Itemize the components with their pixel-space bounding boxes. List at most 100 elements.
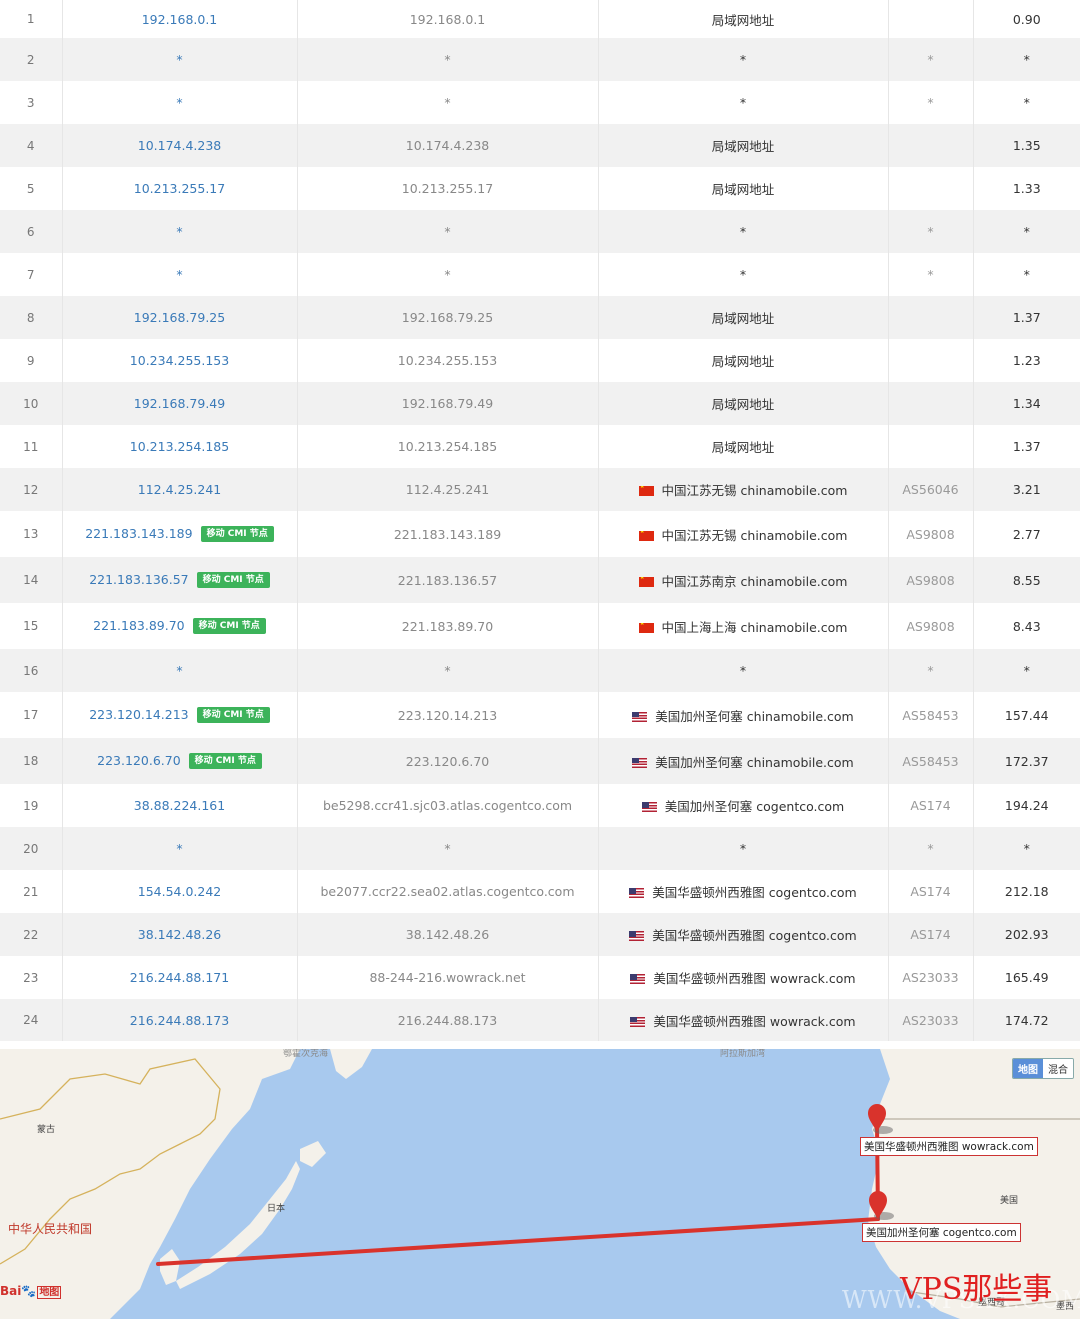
ip-cell: *	[62, 649, 298, 692]
hop-number-text: 10	[23, 396, 39, 411]
asn-text[interactable]: AS58453	[902, 708, 958, 723]
hostname-text: 88-244-216.wowrack.net	[369, 970, 526, 985]
hop-number: 6	[0, 210, 63, 253]
ip-link[interactable]: 10.234.255.153	[130, 353, 229, 368]
ip-cell: 10.213.254.185	[62, 425, 298, 468]
hop-number-text: 1	[26, 12, 35, 26]
hostname-text: *	[444, 95, 451, 110]
rtt-cell: 212.18	[973, 870, 1080, 913]
baidu-logo-text: Bai	[0, 1284, 22, 1298]
ip-link[interactable]: 192.168.79.49	[134, 396, 225, 411]
ip-cell: 221.183.89.70 移动 CMI 节点	[62, 603, 298, 649]
rtt-text: 194.24	[1004, 798, 1049, 813]
hostname-cell: 192.168.79.49	[297, 382, 599, 425]
rtt-text: 1.23	[1012, 353, 1041, 368]
route-tag-sanjose[interactable]: 美国加州圣何塞 cogentco.com	[862, 1223, 1021, 1242]
asn-cell: *	[888, 210, 974, 253]
hostname-text: 223.120.14.213	[397, 707, 498, 723]
asn-text[interactable]: AS9808	[906, 573, 954, 588]
hop-row: 7 * * * * *	[0, 253, 1080, 296]
ip-link[interactable]: 221.183.136.57	[89, 572, 188, 587]
rtt-cell: 2.77	[973, 511, 1080, 557]
ip-cell: *	[62, 210, 298, 253]
ip-link[interactable]: 216.244.88.173	[130, 1013, 229, 1028]
asn-text[interactable]: AS9808	[906, 527, 954, 542]
hostname-text: 221.183.136.57	[397, 572, 498, 588]
hostname-cell: 221.183.136.57	[297, 557, 599, 603]
ip-link[interactable]: 112.4.25.241	[138, 482, 222, 497]
rtt-cell: 1.33	[973, 167, 1080, 210]
ip-link[interactable]: 192.168.79.25	[134, 310, 225, 325]
ip-link[interactable]: 221.183.89.70	[93, 618, 184, 633]
asn-text[interactable]: AS9808	[906, 619, 954, 634]
asn-text: *	[927, 267, 934, 282]
rtt-cell: 1.35	[973, 124, 1080, 167]
ip-link[interactable]: *	[176, 52, 182, 67]
route-tag-seattle[interactable]: 美国华盛顿州西雅图 wowrack.com	[860, 1137, 1038, 1156]
hostname-cell: 216.244.88.173	[297, 999, 599, 1041]
traceroute-table: 1 192.168.0.1 192.168.0.1 局域网地址 0.90 2 * * * * * 3 *…	[0, 0, 1080, 1041]
hop-number-text: 24	[23, 1013, 39, 1027]
usa-label: 美国	[1000, 1196, 1019, 1206]
location-text: 局域网地址	[711, 139, 775, 154]
asn-cell	[888, 339, 974, 382]
rtt-cell: 174.72	[973, 999, 1080, 1041]
hop-number: 7	[0, 253, 63, 296]
location-text: 局域网地址	[711, 182, 775, 197]
hop-number: 22	[0, 913, 63, 956]
ip-link[interactable]: 10.213.255.17	[134, 181, 225, 196]
rtt-cell: 202.93	[973, 913, 1080, 956]
route-map[interactable]: 鄂霍次克海 阿拉斯加湾 蒙古 中华人民共和国 日本 美国 墨西哥 墨西 美国华盛…	[0, 1049, 1080, 1319]
hostname-cell: 88-244-216.wowrack.net	[297, 956, 599, 999]
asn-text[interactable]: AS23033	[902, 970, 958, 985]
asn-text[interactable]: AS58453	[902, 754, 958, 769]
ip-link[interactable]: *	[176, 95, 182, 110]
rtt-text: 8.55	[1012, 572, 1041, 588]
ip-link[interactable]: 38.142.48.26	[138, 927, 222, 942]
rtt-cell: *	[973, 827, 1080, 870]
ip-link[interactable]: *	[176, 267, 182, 282]
ip-link[interactable]: *	[176, 224, 182, 239]
hop-number: 16	[0, 649, 63, 692]
asn-text[interactable]: AS23033	[902, 1013, 958, 1028]
rtt-cell: 157.44	[973, 692, 1080, 738]
asn-text[interactable]: AS56046	[902, 482, 958, 497]
ip-link[interactable]: *	[176, 663, 182, 678]
location-cell: 美国加州圣何塞 chinamobile.com	[598, 692, 889, 738]
asn-cell: *	[888, 81, 974, 124]
asn-cell: AS58453	[888, 692, 974, 738]
asn-cell: AS9808	[888, 557, 974, 603]
location-text: *	[739, 224, 747, 239]
ip-link[interactable]: 223.120.14.213	[89, 707, 188, 722]
ip-link[interactable]: 10.213.254.185	[130, 439, 229, 454]
map-type-map-button[interactable]: 地图	[1013, 1059, 1043, 1078]
hop-number: 24	[0, 999, 63, 1041]
location-cell: 中国江苏无锡 chinamobile.com	[598, 511, 889, 557]
hostname-cell: *	[297, 253, 599, 296]
location-cell: 美国华盛顿州西雅图 wowrack.com	[598, 956, 889, 999]
ip-link[interactable]: 10.174.4.238	[138, 138, 222, 153]
hop-row: 14 221.183.136.57 移动 CMI 节点 221.183.136.57 中…	[0, 557, 1080, 603]
asn-text[interactable]: AS174	[910, 884, 950, 899]
gulf-label: 阿拉斯加湾	[720, 1049, 766, 1059]
asn-text[interactable]: AS174	[910, 927, 950, 942]
asn-text[interactable]: AS174	[910, 798, 950, 813]
location-text: *	[739, 95, 747, 110]
hostname-text: 38.142.48.26	[405, 927, 490, 942]
hop-number: 9	[0, 339, 63, 382]
ip-link[interactable]: 154.54.0.242	[138, 884, 222, 899]
baidu-map-logo[interactable]: Bai🐾 地图	[0, 1283, 62, 1299]
ip-link[interactable]: 192.168.0.1	[142, 12, 218, 27]
ip-link[interactable]: 223.120.6.70	[97, 753, 181, 768]
ip-cell: 221.183.143.189 移动 CMI 节点	[62, 511, 298, 557]
rtt-cell: 1.37	[973, 425, 1080, 468]
ip-link[interactable]: 38.88.224.161	[134, 798, 225, 813]
ip-link[interactable]: 221.183.143.189	[85, 526, 192, 541]
map-type-hybrid-button[interactable]: 混合	[1043, 1059, 1073, 1078]
hostname-text: 221.183.143.189	[393, 526, 502, 542]
ip-link[interactable]: *	[176, 841, 182, 856]
rtt-cell: 1.37	[973, 296, 1080, 339]
hop-number-text: 6	[26, 224, 35, 239]
ip-link[interactable]: 216.244.88.171	[130, 970, 229, 985]
hostname-cell: 223.120.14.213	[297, 692, 599, 738]
